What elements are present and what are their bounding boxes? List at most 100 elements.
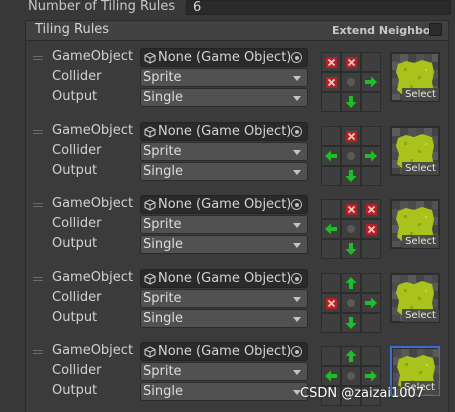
watermark: CSDN @zaizai1007	[300, 386, 425, 401]
center-cell	[341, 219, 361, 239]
drag-handle-icon[interactable]	[33, 56, 43, 62]
neighbor-cell[interactable]	[321, 239, 341, 259]
output-dropdown[interactable]: Single	[140, 382, 308, 401]
neighbor-not-this-icon[interactable]	[321, 293, 341, 313]
collider-dropdown[interactable]: Sprite	[140, 68, 308, 87]
neighbor-cell[interactable]	[321, 92, 341, 112]
arrow-left-icon[interactable]	[321, 366, 341, 386]
collider-dropdown[interactable]: Sprite	[140, 289, 308, 308]
neighbor-cell[interactable]	[361, 346, 381, 366]
neighbor-not-this-icon[interactable]	[341, 52, 361, 72]
output-value: Single	[143, 311, 183, 326]
arrow-right-icon[interactable]	[361, 146, 381, 166]
output-dropdown[interactable]: Single	[140, 235, 308, 254]
chevron-down-icon	[293, 150, 301, 155]
neighbor-cell[interactable]	[361, 313, 381, 333]
output-dropdown[interactable]: Single	[140, 162, 308, 181]
collider-dropdown[interactable]: Sprite	[140, 215, 308, 234]
arrow-down-icon[interactable]	[341, 313, 361, 333]
neighbor-cell[interactable]	[361, 52, 381, 72]
drag-handle-icon[interactable]	[33, 203, 43, 209]
arrow-down-icon[interactable]	[341, 239, 361, 259]
gameobject-field[interactable]: None (Game Object)	[140, 342, 308, 361]
chevron-down-icon	[293, 76, 301, 81]
sprite-preview[interactable]: Select	[390, 199, 440, 249]
cube-icon	[144, 346, 156, 358]
arrow-right-icon[interactable]	[361, 366, 381, 386]
arrow-up-icon[interactable]	[341, 346, 361, 366]
neighbor-cell[interactable]	[321, 346, 341, 366]
neighbor-cell[interactable]	[321, 313, 341, 333]
object-picker-icon[interactable]	[291, 52, 302, 63]
neighbor-cell[interactable]	[321, 126, 341, 146]
arrow-right-icon[interactable]	[361, 72, 381, 92]
gameobject-label: GameObject	[52, 270, 134, 285]
center-cell	[341, 293, 361, 313]
collider-dropdown[interactable]: Sprite	[140, 362, 308, 381]
center-cell	[341, 72, 361, 92]
object-picker-icon[interactable]	[291, 273, 302, 284]
chevron-down-icon	[293, 243, 301, 248]
tiling-rule: GameObject Collider Output None (Game Objec…	[25, 122, 449, 188]
arrow-left-icon[interactable]	[321, 219, 341, 239]
collider-label: Collider	[52, 363, 102, 378]
output-value: Single	[143, 237, 183, 252]
neighbor-not-this-icon[interactable]	[321, 72, 341, 92]
select-button[interactable]: Select	[402, 309, 439, 322]
tiling-rules-count-row: Number of Tiling Rules 6	[0, 0, 455, 16]
chevron-down-icon	[293, 370, 301, 375]
neighbor-not-this-icon[interactable]	[321, 52, 341, 72]
object-picker-icon[interactable]	[291, 199, 302, 210]
neighbor-cell[interactable]	[361, 92, 381, 112]
object-picker-icon[interactable]	[291, 346, 302, 357]
extend-neighbor-label: Extend Neighbor	[332, 24, 436, 37]
select-button[interactable]: Select	[402, 162, 439, 175]
gameobject-field[interactable]: None (Game Object)	[140, 122, 308, 141]
extend-neighbor-checkbox[interactable]	[429, 23, 442, 36]
object-picker-icon[interactable]	[291, 126, 302, 137]
arrow-down-icon[interactable]	[341, 166, 361, 186]
neighbor-not-this-icon[interactable]	[341, 199, 361, 219]
neighbor-not-this-icon[interactable]	[361, 199, 381, 219]
output-dropdown[interactable]: Single	[140, 88, 308, 107]
collider-dropdown[interactable]: Sprite	[140, 142, 308, 161]
arrow-down-icon[interactable]	[341, 92, 361, 112]
output-label: Output	[52, 89, 98, 104]
neighbor-cell[interactable]	[361, 239, 381, 259]
neighbor-cell[interactable]	[361, 273, 381, 293]
drag-handle-icon[interactable]	[33, 277, 43, 283]
arrow-left-icon[interactable]	[321, 146, 341, 166]
gameobject-field[interactable]: None (Game Object)	[140, 48, 308, 67]
chevron-down-icon	[293, 297, 301, 302]
neighbor-not-this-icon[interactable]	[341, 126, 361, 146]
drag-handle-icon[interactable]	[33, 130, 43, 136]
cube-icon	[144, 52, 156, 64]
sprite-preview[interactable]: Select	[390, 52, 440, 102]
gameobject-field[interactable]: None (Game Object)	[140, 269, 308, 288]
neighbor-cell[interactable]	[321, 199, 341, 219]
gameobject-value: None (Game Object)	[158, 271, 292, 286]
output-value: Single	[143, 90, 183, 105]
gameobject-value: None (Game Object)	[158, 124, 292, 139]
sprite-preview[interactable]: Select	[390, 126, 440, 176]
neighbor-cell[interactable]	[321, 166, 341, 186]
gameobject-field[interactable]: None (Game Object)	[140, 195, 308, 214]
tiling-rules-title: Tiling Rules	[35, 22, 110, 37]
cube-icon	[144, 199, 156, 211]
tiling-rule: GameObject Collider Output None (Game Objec…	[25, 48, 449, 114]
arrow-up-icon[interactable]	[341, 273, 361, 293]
sprite-preview[interactable]: Select	[390, 273, 440, 323]
neighbor-cell[interactable]	[361, 126, 381, 146]
tiling-rules-count-field[interactable]: 6	[186, 0, 451, 15]
neighbor-cell[interactable]	[321, 273, 341, 293]
center-cell	[341, 146, 361, 166]
output-dropdown[interactable]: Single	[140, 309, 308, 328]
select-button[interactable]: Select	[402, 88, 439, 101]
neighbor-cell[interactable]	[361, 166, 381, 186]
cube-icon	[144, 273, 156, 285]
drag-handle-icon[interactable]	[33, 350, 43, 356]
arrow-right-icon[interactable]	[361, 293, 381, 313]
select-button[interactable]: Select	[402, 235, 439, 248]
neighbor-not-this-icon[interactable]	[361, 219, 381, 239]
chevron-down-icon	[293, 96, 301, 101]
